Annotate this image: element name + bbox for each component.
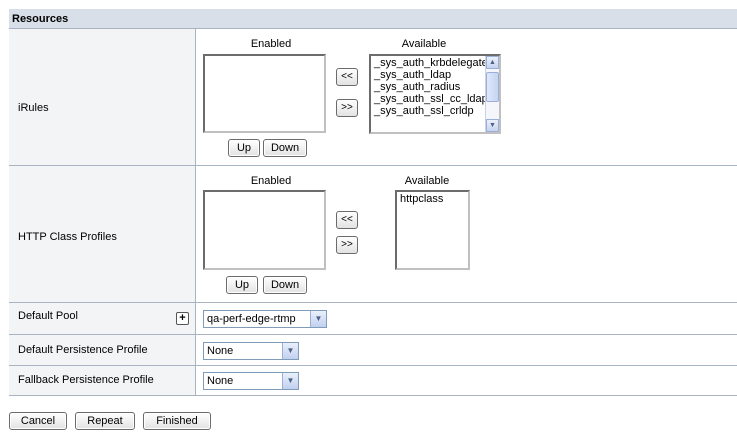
irules-value-cell: Enabled Available << >> _sys_auth_krbdel… [196, 29, 737, 166]
irules-move-left-button[interactable]: << [336, 68, 358, 86]
fallback-persistence-value: None [207, 375, 234, 387]
default-pool-select[interactable]: qa-perf-edge-rtmp ▼ [203, 310, 327, 328]
cancel-button[interactable]: Cancel [9, 412, 67, 430]
irules-option[interactable]: _sys_auth_ssl_cc_ldap [371, 93, 488, 105]
irules-move-right-button[interactable]: >> [336, 99, 358, 117]
irules-option[interactable]: _sys_auth_radius [371, 81, 485, 93]
finished-button[interactable]: Finished [143, 412, 211, 430]
http-class-label-cell: HTTP Class Profiles [9, 166, 196, 303]
http-class-move-right-button[interactable]: >> [336, 236, 358, 254]
irules-available-scrollbar[interactable]: ▲ ▼ [485, 56, 499, 132]
irules-available-list[interactable]: _sys_auth_krbdelegate _sys_auth_ldap _sys_… [369, 54, 501, 134]
irules-enabled-list[interactable] [203, 54, 326, 133]
http-class-up-button[interactable]: Up [226, 276, 258, 294]
irules-enabled-title: Enabled [250, 38, 292, 50]
irules-option[interactable]: _sys_auth_krbdelegate [371, 57, 488, 69]
default-persistence-select[interactable]: None ▼ [203, 342, 299, 360]
default-persistence-label: Default Persistence Profile [18, 344, 148, 356]
http-class-value-cell: Enabled Available << >> httpclass Up Dow… [196, 166, 737, 303]
add-pool-button[interactable]: + [176, 312, 189, 325]
default-persistence-value: None [207, 345, 234, 357]
irules-option[interactable]: _sys_auth_ldap [371, 69, 485, 81]
irules-available-title: Available [401, 38, 447, 50]
http-class-available-title: Available [404, 175, 450, 187]
default-pool-value-cell: qa-perf-edge-rtmp ▼ [196, 303, 737, 335]
irules-down-button[interactable]: Down [263, 139, 307, 157]
default-persistence-value-cell: None ▼ [196, 335, 737, 366]
http-class-down-button[interactable]: Down [263, 276, 307, 294]
section-title: Resources [12, 13, 69, 25]
irules-option[interactable]: _sys_auth_ssl_crldp [371, 105, 485, 117]
http-class-move-left-button[interactable]: << [336, 211, 358, 229]
chevron-down-icon[interactable]: ▼ [282, 343, 298, 359]
irules-label-cell: iRules [9, 29, 196, 166]
http-class-enabled-title: Enabled [250, 175, 292, 187]
scroll-up-icon[interactable]: ▲ [486, 56, 499, 69]
default-pool-label: Default Pool [18, 310, 78, 322]
fallback-persistence-label: Fallback Persistence Profile [18, 374, 154, 386]
repeat-button[interactable]: Repeat [75, 412, 135, 430]
default-pool-value: qa-perf-edge-rtmp [207, 313, 296, 325]
default-persistence-label-cell: Default Persistence Profile [9, 335, 196, 366]
irules-up-button[interactable]: Up [228, 139, 260, 157]
chevron-down-icon[interactable]: ▼ [282, 373, 298, 389]
fallback-persistence-value-cell: None ▼ [196, 366, 737, 396]
fallback-persistence-select[interactable]: None ▼ [203, 372, 299, 390]
scrollbar-thumb[interactable] [486, 72, 499, 102]
fallback-persistence-label-cell: Fallback Persistence Profile [9, 366, 196, 396]
http-class-label: HTTP Class Profiles [18, 231, 117, 243]
default-pool-label-cell: Default Pool + [9, 303, 196, 335]
scroll-down-icon[interactable]: ▼ [486, 119, 499, 132]
section-header: Resources [9, 9, 737, 29]
http-class-enabled-list[interactable] [203, 190, 326, 270]
irules-label: iRules [18, 102, 49, 114]
http-class-option[interactable]: httpclass [397, 193, 468, 205]
chevron-down-icon[interactable]: ▼ [310, 311, 326, 327]
http-class-available-list[interactable]: httpclass [395, 190, 470, 270]
